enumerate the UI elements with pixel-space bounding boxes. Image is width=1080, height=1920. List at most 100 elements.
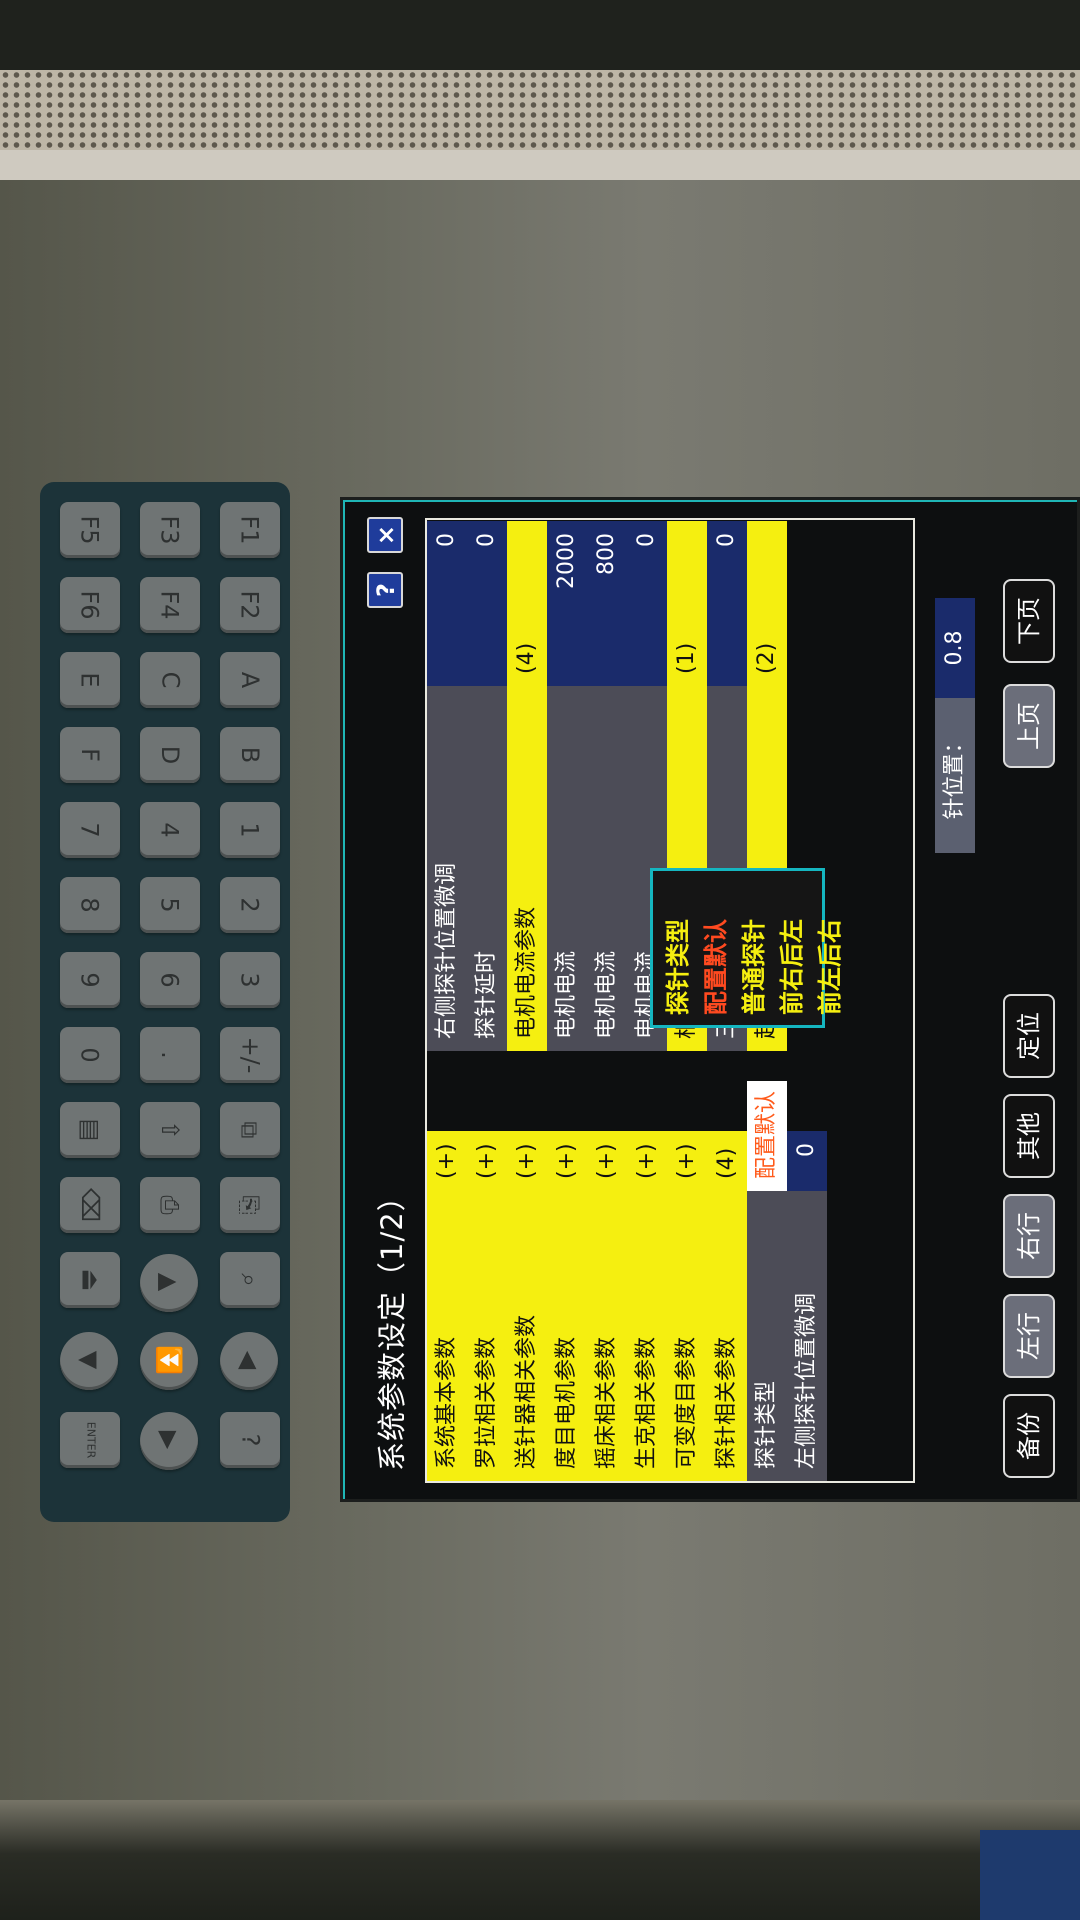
key-a[interactable]: A (220, 652, 280, 708)
key-pu[interactable]: ⎘ (220, 1177, 280, 1233)
param-value[interactable]: 2000 (547, 521, 587, 686)
prev-page-button[interactable]: 上页 (1003, 684, 1055, 768)
popup-option[interactable]: 前左后右 (811, 871, 849, 1015)
key-f3[interactable]: F3 (140, 502, 200, 558)
arrow-left-icon: ▲ (155, 1272, 183, 1292)
key-b[interactable]: B (220, 727, 280, 783)
key-plus-minus[interactable]: +/- (220, 1027, 280, 1083)
param-label[interactable]: 可变度目参数 (667, 1191, 707, 1481)
popup-title: 探针类型 (664, 919, 692, 1015)
key-exit[interactable]: ⏏ (60, 1252, 120, 1308)
key-6[interactable]: 6 (140, 952, 200, 1008)
next-page-button[interactable]: 下页 (1003, 579, 1055, 663)
search-icon: ⌕ (235, 1273, 264, 1287)
key-e[interactable]: E (60, 652, 120, 708)
key-right[interactable]: ▼ (60, 1332, 118, 1390)
key-f1[interactable]: F1 (220, 502, 280, 558)
key-5[interactable]: 5 (140, 877, 200, 933)
key-0[interactable]: 0 (60, 1027, 120, 1083)
background-blue-object (980, 1830, 1080, 1920)
lcd-screen: 系统参数设定（1/2） ? × 系统基本参数 (+) 罗拉相关参数 (+) 送针… (343, 500, 1077, 1499)
param-value[interactable]: 800 (587, 521, 627, 686)
key-f[interactable]: F (60, 727, 120, 783)
needle-position-label: 针位置： (935, 698, 975, 853)
key-2[interactable]: 2 (220, 877, 280, 933)
close-button[interactable]: × (367, 517, 403, 553)
key-4[interactable]: 4 (140, 802, 200, 858)
page-title: 系统参数设定（1/2） (375, 1181, 409, 1471)
key-1[interactable]: 1 (220, 802, 280, 858)
other-button[interactable]: 其他 (1003, 1094, 1055, 1178)
param-label[interactable]: 探针相关参数 (707, 1191, 747, 1481)
background-bottom (0, 1800, 1080, 1920)
key-f4[interactable]: F4 (140, 577, 200, 633)
param-value[interactable]: (+) (627, 1131, 667, 1191)
probe-type-label[interactable]: 探针类型 (747, 1191, 787, 1481)
key-clear[interactable]: ⌫ (60, 1177, 120, 1233)
key-f2[interactable]: F2 (220, 577, 280, 633)
key-c[interactable]: C (140, 652, 200, 708)
param-label[interactable]: 电机电流参数 (507, 686, 547, 1051)
param-label[interactable]: 送针器相关参数 (507, 1191, 547, 1481)
key-fast-forward[interactable]: ⏬ (140, 1332, 198, 1390)
param-value[interactable]: (+) (667, 1131, 707, 1191)
key-dot[interactable]: . (140, 1027, 200, 1083)
key-help[interactable]: ? (220, 1412, 280, 1468)
backup-button[interactable]: 备份 (1003, 1394, 1055, 1478)
lcd-screen-bezel: 系统参数设定（1/2） ? × 系统基本参数 (+) 罗拉相关参数 (+) 送针… (340, 497, 1080, 1502)
key-up[interactable]: ◀ (220, 1332, 278, 1390)
help-button[interactable]: ? (367, 572, 403, 608)
key-shift[interactable]: ⇧ (140, 1102, 200, 1158)
key-copy[interactable]: ⧉ (220, 1102, 280, 1158)
popup-option[interactable]: 普通探针 (735, 871, 773, 1015)
param-value[interactable]: (+) (427, 1131, 467, 1191)
right-row-button[interactable]: 右行 (1003, 1194, 1055, 1278)
key-menu[interactable]: ▤ (60, 1102, 120, 1158)
key-8[interactable]: 8 (60, 877, 120, 933)
param-value[interactable]: (1) (667, 521, 707, 686)
param-label[interactable]: 右侧探针位置微调 (427, 686, 467, 1051)
param-label[interactable]: 左侧探针位置微调 (787, 1191, 827, 1481)
key-3[interactable]: 3 (220, 952, 280, 1008)
key-9[interactable]: 9 (60, 952, 120, 1008)
arrow-up-icon: ◀ (235, 1350, 263, 1370)
key-d[interactable]: D (140, 727, 200, 783)
param-value[interactable]: 0 (627, 521, 667, 686)
param-label[interactable]: 电机电流 (587, 686, 627, 1051)
left-row-button[interactable]: 左行 (1003, 1294, 1055, 1378)
param-label[interactable]: 电机电流 (547, 686, 587, 1051)
key-f5[interactable]: F5 (60, 502, 120, 558)
param-value[interactable]: (+) (507, 1131, 547, 1191)
param-label[interactable]: 罗拉相关参数 (467, 1191, 507, 1481)
param-value[interactable]: (4) (507, 521, 547, 686)
arrow-down-icon: ▶ (155, 1430, 183, 1450)
param-value[interactable]: (2) (747, 521, 787, 686)
param-value[interactable]: (+) (547, 1131, 587, 1191)
param-value[interactable]: 0 (707, 521, 747, 686)
param-label[interactable]: 摇床相关参数 (587, 1191, 627, 1481)
key-left[interactable]: ▲ (140, 1254, 198, 1312)
probe-type-value[interactable]: 配置默认 (747, 1081, 787, 1191)
key-7[interactable]: 7 (60, 802, 120, 858)
locate-button[interactable]: 定位 (1003, 994, 1055, 1078)
param-label[interactable]: 系统基本参数 (427, 1191, 467, 1481)
param-value[interactable]: 0 (427, 521, 467, 686)
key-down[interactable]: ▶ (140, 1412, 198, 1470)
param-value[interactable]: (4) (707, 1131, 747, 1191)
key-f6[interactable]: F6 (60, 577, 120, 633)
probe-type-popup: 探针类型 配置默认 普通探针 前右后左 前左后右 (650, 868, 844, 1028)
key-pd[interactable]: ⎙ (140, 1177, 200, 1233)
popup-option[interactable]: 配置默认 (697, 871, 735, 1015)
param-value[interactable]: 0 (787, 1131, 827, 1191)
key-search[interactable]: ⌕ (220, 1252, 280, 1308)
param-value[interactable]: (+) (467, 1131, 507, 1191)
key-enter[interactable]: ENTER (60, 1412, 120, 1468)
param-value[interactable]: 0 (467, 521, 507, 686)
popup-option[interactable]: 前右后左 (773, 871, 811, 1015)
needle-position-value: 0.8 (935, 598, 975, 698)
param-label[interactable]: 度目电机参数 (547, 1191, 587, 1481)
menu-icon: ▤ (76, 1118, 104, 1142)
param-label[interactable]: 生克相关参数 (627, 1191, 667, 1481)
param-label[interactable]: 探针延时 (467, 686, 507, 1051)
param-value[interactable]: (+) (587, 1131, 627, 1191)
